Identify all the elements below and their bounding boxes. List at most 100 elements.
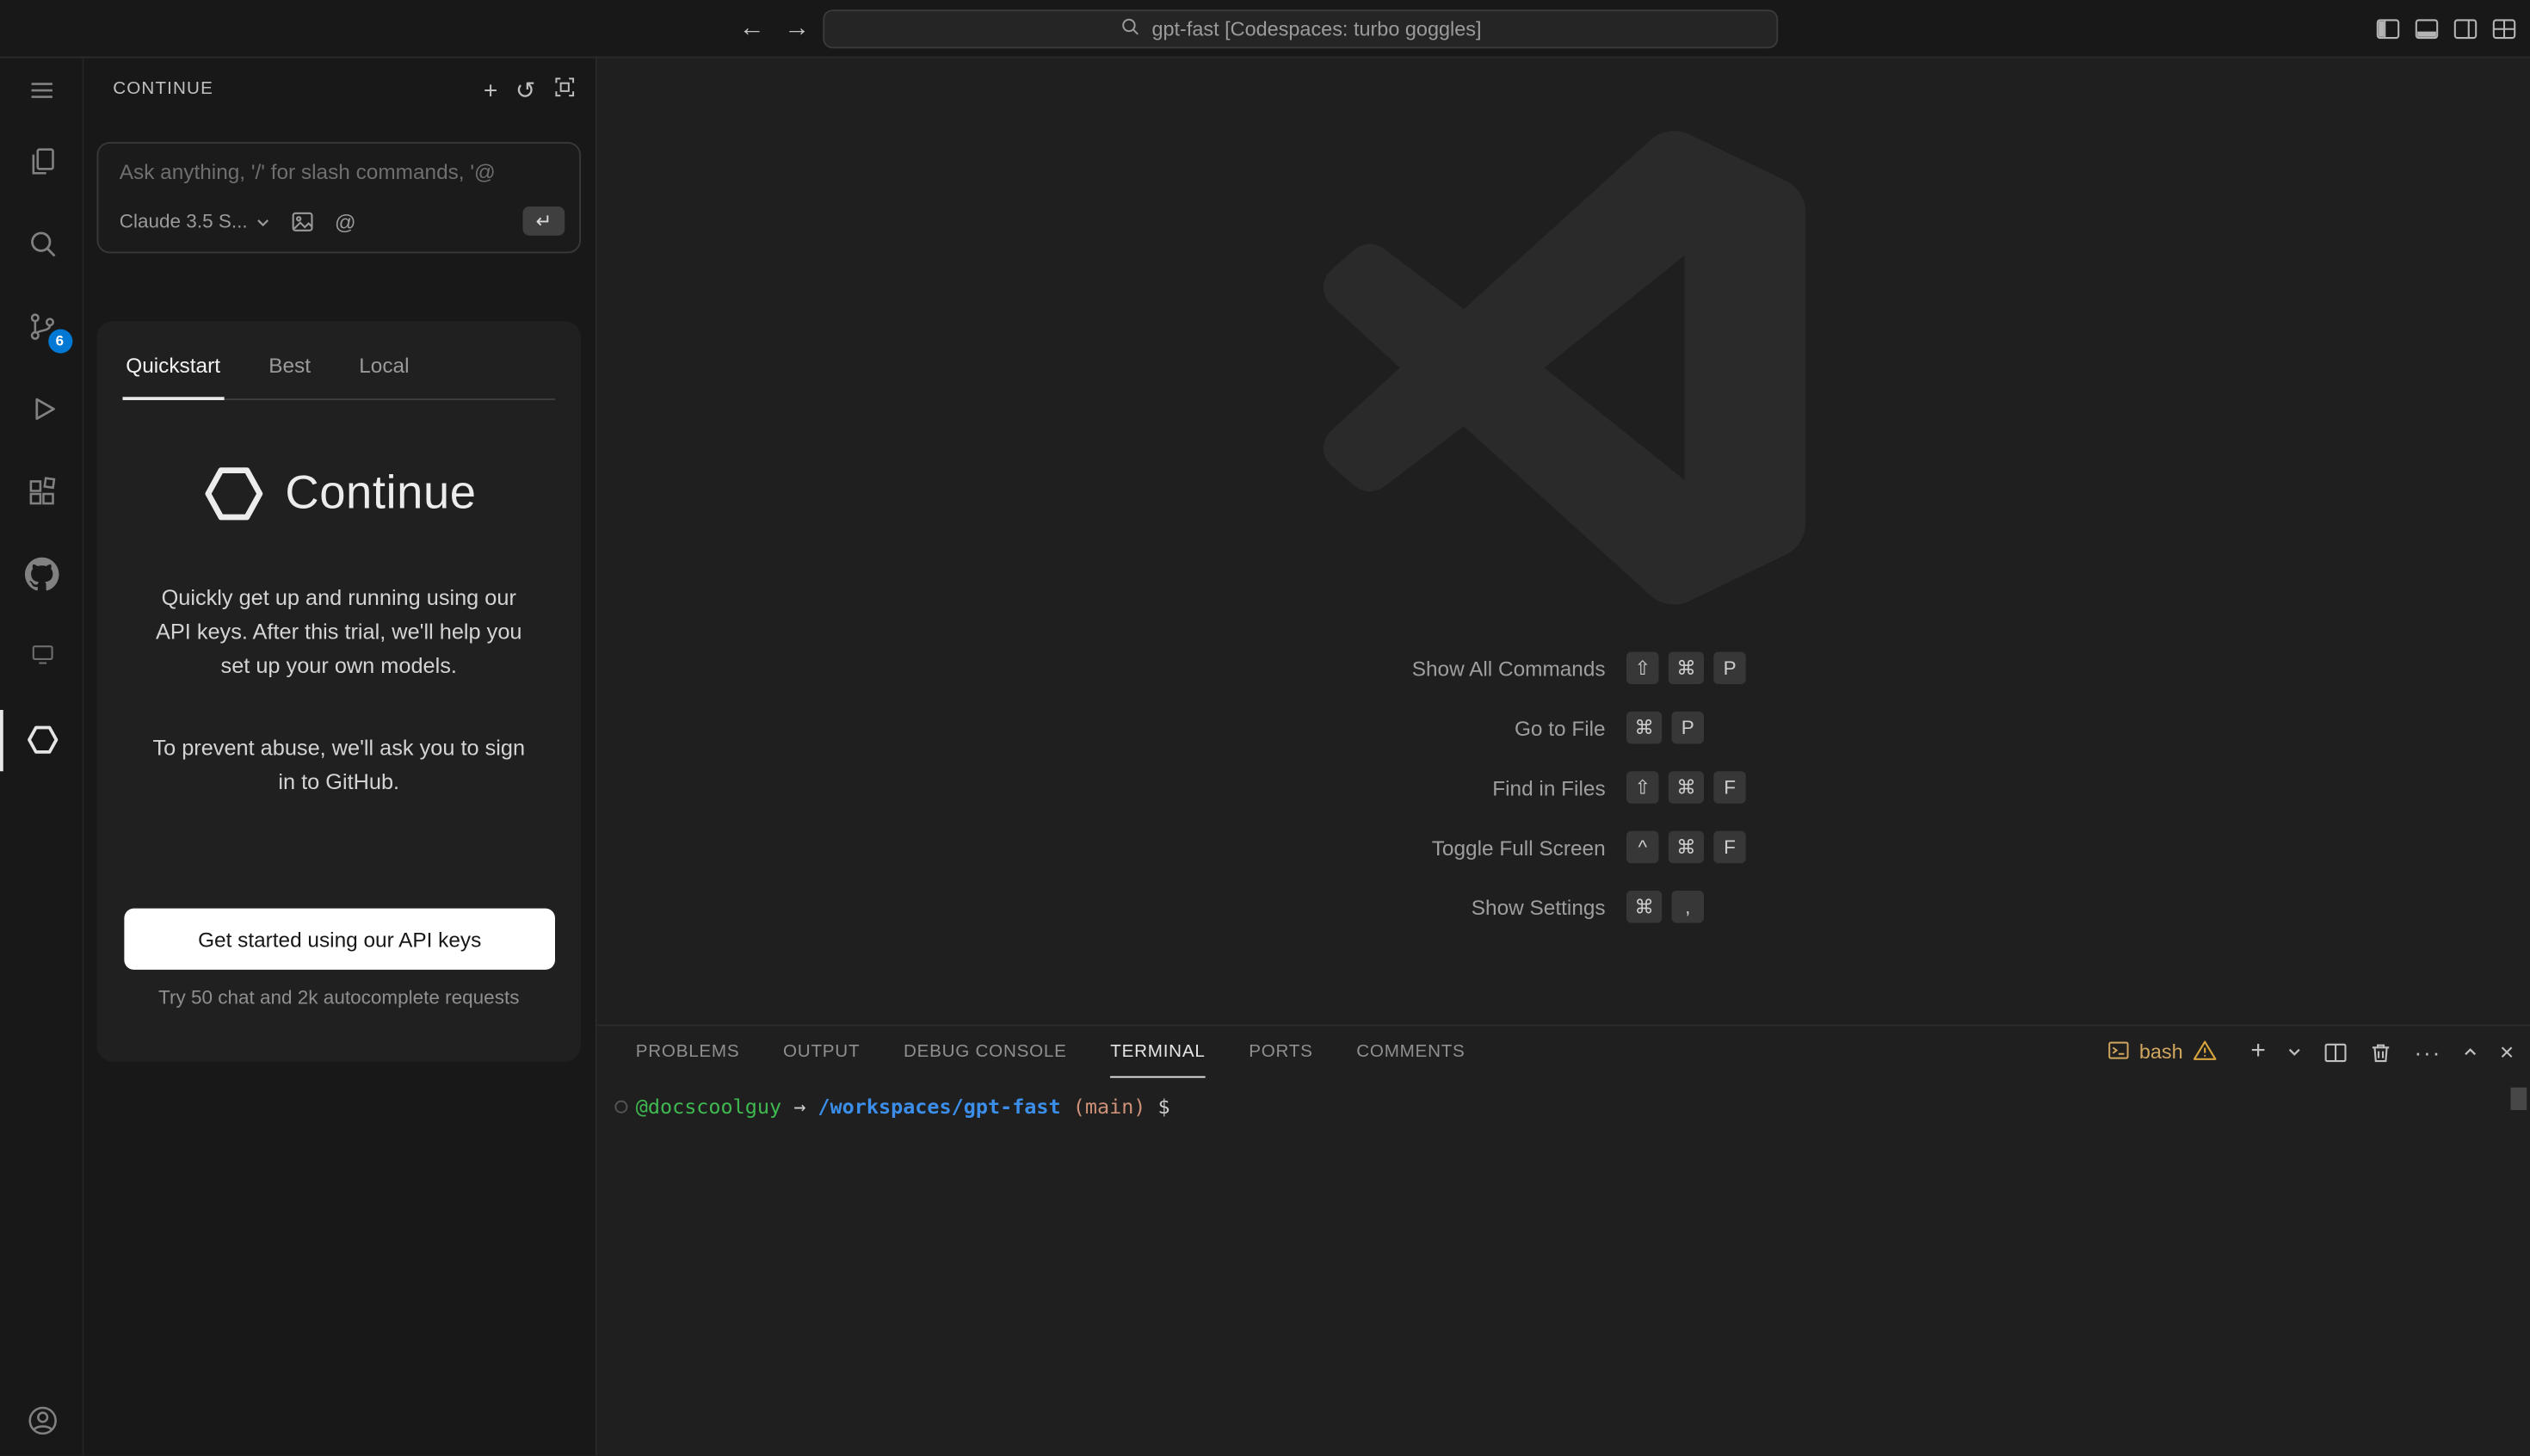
add-context-icon[interactable]: @	[335, 209, 356, 233]
search-icon	[1120, 16, 1140, 42]
key-cmd: ⌘	[1669, 652, 1704, 685]
terminal-scrollbar-thumb[interactable]	[2511, 1088, 2527, 1110]
key-comma: ,	[1672, 891, 1705, 923]
tab-output[interactable]: OUTPUT	[783, 1027, 860, 1078]
split-terminal-icon[interactable]	[2323, 1040, 2348, 1064]
tab-quickstart[interactable]: Quickstart	[123, 354, 224, 400]
source-control-icon[interactable]: 6	[0, 306, 84, 345]
history-icon[interactable]: ↺	[515, 76, 536, 105]
command-center-label: gpt-fast [Codespaces: turbo goggles]	[1151, 18, 1481, 40]
vscode-logo-watermark	[1322, 129, 1806, 618]
key-letter: F	[1713, 831, 1746, 864]
shortcut-label: Find in Files	[597, 775, 1606, 799]
shortcut-label: Toggle Full Screen	[597, 835, 1606, 859]
intro-text: Quickly get up and running using our API…	[147, 581, 531, 682]
shortcut-row: Find in Files ⇧ ⌘ F	[597, 769, 2530, 805]
shortcut-label: Go to File	[597, 716, 1606, 740]
shell-name: bash	[2139, 1040, 2183, 1063]
continue-wordmark: Continue	[285, 467, 476, 521]
signin-note-text: To prevent abuse, we'll ask you to sign …	[147, 731, 531, 799]
warning-icon	[2193, 1039, 2217, 1066]
continue-logo-icon	[201, 461, 266, 526]
active-view-indicator	[0, 710, 3, 771]
prompt-branch: (main)	[1061, 1094, 1146, 1118]
shell-integration-decoration	[614, 1101, 627, 1114]
key-cmd: ⌘	[1669, 831, 1704, 864]
key-letter: P	[1672, 712, 1705, 744]
continue-extension-icon[interactable]	[0, 719, 84, 758]
tab-best[interactable]: Best	[265, 354, 313, 400]
command-center-search[interactable]: gpt-fast [Codespaces: turbo goggles]	[823, 9, 1778, 48]
onboarding-card: Quickstart Best Local Continue Quickly g…	[97, 321, 582, 1062]
key-ctrl: ^	[1626, 831, 1659, 864]
open-in-editor-icon[interactable]	[553, 76, 576, 105]
vscode-window: ← → gpt-fast [Codespaces: turbo goggles]	[0, 0, 2530, 1455]
run-debug-icon[interactable]	[0, 389, 84, 428]
scm-changes-badge: 6	[47, 329, 71, 353]
search-view-icon[interactable]	[0, 225, 84, 263]
editor-watermark-area: Show All Commands ⇧ ⌘ P Go to File ⌘ P F	[597, 59, 2530, 1025]
shortcut-label: Show Settings	[597, 895, 1606, 919]
submit-enter-button[interactable]: ↵	[523, 207, 565, 236]
shortcut-row: Show Settings ⌘ ,	[597, 889, 2530, 924]
tab-problems[interactable]: PROBLEMS	[636, 1027, 740, 1078]
model-selector[interactable]: Claude 3.5 S...	[120, 210, 248, 232]
shortcut-row: Toggle Full Screen ^ ⌘ F	[597, 830, 2530, 865]
bottom-panel: PROBLEMS OUTPUT DEBUG CONSOLE TERMINAL P…	[597, 1025, 2530, 1456]
new-session-icon[interactable]: +	[484, 77, 497, 104]
prompt-symbol: $	[1145, 1094, 1182, 1118]
key-shift: ⇧	[1626, 771, 1659, 804]
history-forward-icon[interactable]: →	[784, 15, 810, 44]
toggle-panel-icon[interactable]	[2414, 16, 2440, 42]
key-cmd: ⌘	[1669, 771, 1704, 804]
new-terminal-icon[interactable]: +	[2250, 1040, 2266, 1065]
menu-hamburger-icon[interactable]	[0, 71, 84, 110]
attach-image-icon[interactable]	[291, 209, 315, 233]
terminal-shell-tab[interactable]: bash	[2107, 1039, 2217, 1066]
shortcut-row: Go to File ⌘ P	[597, 710, 2530, 745]
remote-explorer-icon[interactable]	[0, 634, 84, 673]
editor-group: Show All Commands ⇧ ⌘ P Go to File ⌘ P F	[597, 59, 2530, 1456]
tab-ports[interactable]: PORTS	[1249, 1027, 1312, 1078]
sidebar-title: CONTINUE	[113, 79, 213, 99]
key-cmd: ⌘	[1626, 891, 1662, 923]
terminal-dropdown-icon[interactable]	[2286, 1046, 2303, 1058]
prompt-arrow: →	[781, 1094, 818, 1118]
customize-layout-icon[interactable]	[2491, 16, 2517, 42]
chat-input-box[interactable]: Ask anything, '/' for slash commands, '@…	[97, 142, 582, 253]
tab-debug-console[interactable]: DEBUG CONSOLE	[904, 1027, 1067, 1078]
continue-sidebar: CONTINUE + ↺ Ask anything, '/' for slash…	[84, 59, 597, 1456]
chat-input-placeholder: Ask anything, '/' for slash commands, '@	[120, 160, 564, 184]
key-cmd: ⌘	[1626, 712, 1662, 744]
maximize-panel-icon[interactable]	[2463, 1046, 2479, 1058]
tab-comments[interactable]: COMMENTS	[1356, 1027, 1465, 1078]
chevron-down-icon[interactable]	[256, 209, 272, 233]
prompt-user: @docscoolguy	[636, 1094, 781, 1118]
tab-terminal[interactable]: TERMINAL	[1110, 1027, 1205, 1078]
terminal-viewport[interactable]: @docscoolguy → /workspaces/gpt-fast (mai…	[597, 1078, 2530, 1456]
shortcut-row: Show All Commands ⇧ ⌘ P	[597, 651, 2530, 686]
explorer-icon[interactable]	[0, 142, 84, 181]
tab-local[interactable]: Local	[355, 354, 412, 400]
terminal-prompt-line: @docscoolguy → /workspaces/gpt-fast (mai…	[636, 1094, 1182, 1118]
key-letter: F	[1713, 771, 1746, 804]
close-panel-icon[interactable]: ×	[2500, 1039, 2514, 1066]
shortcut-label: Show All Commands	[597, 656, 1606, 680]
onboarding-tabs: Quickstart Best Local	[123, 354, 556, 400]
kill-terminal-trash-icon[interactable]	[2369, 1040, 2393, 1064]
terminal-controls: bash +	[2107, 1027, 2514, 1078]
account-icon[interactable]	[0, 1401, 84, 1440]
extensions-icon[interactable]	[0, 472, 84, 511]
history-back-icon[interactable]: ←	[739, 15, 765, 44]
prompt-path: /workspaces/gpt-fast	[818, 1094, 1060, 1118]
get-started-button[interactable]: Get started using our API keys	[124, 909, 555, 970]
terminal-icon	[2107, 1039, 2129, 1066]
github-icon[interactable]	[0, 555, 84, 594]
toggle-secondary-sidebar-icon[interactable]	[2453, 16, 2478, 42]
toggle-primary-sidebar-icon[interactable]	[2375, 16, 2401, 42]
activity-bar: 6	[0, 59, 84, 1456]
titlebar: ← → gpt-fast [Codespaces: turbo goggles]	[0, 0, 2530, 59]
key-letter: P	[1713, 652, 1746, 685]
more-actions-icon[interactable]: ···	[2414, 1040, 2441, 1065]
key-shift: ⇧	[1626, 652, 1659, 685]
